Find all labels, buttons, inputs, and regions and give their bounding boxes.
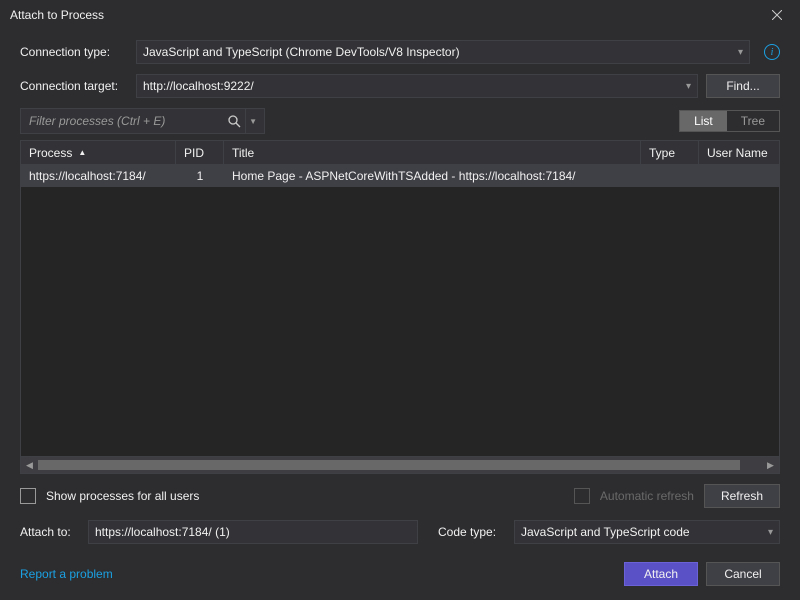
connection-type-row: Connection type: JavaScript and TypeScri… — [20, 40, 780, 64]
process-grid: Process ▲ PID Title Type User Name https… — [20, 140, 780, 474]
code-type-value: JavaScript and TypeScript code — [521, 525, 768, 539]
column-type[interactable]: Type — [641, 141, 699, 164]
close-icon — [772, 10, 782, 20]
auto-refresh-label: Automatic refresh — [600, 489, 694, 503]
report-problem-link[interactable]: Report a problem — [20, 567, 113, 581]
chevron-down-icon: ▾ — [738, 47, 743, 58]
options-row: Show processes for all users Automatic r… — [20, 484, 780, 508]
view-tree-button[interactable]: Tree — [727, 111, 779, 131]
view-mode-toggle: List Tree — [679, 110, 780, 132]
table-row[interactable]: https://localhost:7184/ 1 Home Page - AS… — [21, 165, 779, 187]
cell-pid: 1 — [176, 169, 224, 183]
filter-row: ▼ List Tree — [20, 108, 780, 134]
chevron-down-icon: ▾ — [686, 81, 691, 92]
cell-title: Home Page - ASPNetCoreWithTSAdded - http… — [224, 169, 641, 183]
show-all-users-label: Show processes for all users — [46, 489, 199, 503]
attach-to-label: Attach to: — [20, 525, 80, 539]
find-button[interactable]: Find... — [706, 74, 780, 98]
attach-info-row: Attach to: https://localhost:7184/ (1) C… — [20, 520, 780, 544]
auto-refresh-checkbox — [574, 488, 590, 504]
grid-header: Process ▲ PID Title Type User Name — [21, 141, 779, 165]
sort-asc-icon: ▲ — [78, 148, 86, 157]
window-title: Attach to Process — [10, 8, 762, 22]
column-process[interactable]: Process ▲ — [21, 141, 176, 164]
close-button[interactable] — [762, 0, 792, 30]
search-icon[interactable] — [224, 115, 245, 128]
scroll-left-icon[interactable]: ◀ — [21, 457, 38, 474]
scroll-track[interactable] — [38, 457, 762, 473]
scroll-right-icon[interactable]: ▶ — [762, 457, 779, 474]
horizontal-scrollbar[interactable]: ◀ ▶ — [21, 456, 779, 473]
dialog-content: Connection type: JavaScript and TypeScri… — [0, 30, 800, 600]
connection-target-row: Connection target: http://localhost:9222… — [20, 74, 780, 98]
column-title[interactable]: Title — [224, 141, 641, 164]
connection-target-combo[interactable]: http://localhost:9222/ ▾ — [136, 74, 698, 98]
scroll-thumb[interactable] — [38, 460, 740, 470]
connection-target-value: http://localhost:9222/ — [143, 79, 686, 93]
code-type-label: Code type: — [438, 525, 506, 539]
attach-button[interactable]: Attach — [624, 562, 698, 586]
refresh-button[interactable]: Refresh — [704, 484, 780, 508]
attach-to-value[interactable]: https://localhost:7184/ (1) — [88, 520, 418, 544]
code-type-combo[interactable]: JavaScript and TypeScript code ▾ — [514, 520, 780, 544]
column-user[interactable]: User Name — [699, 141, 779, 164]
grid-body: https://localhost:7184/ 1 Home Page - AS… — [21, 165, 779, 456]
connection-type-value: JavaScript and TypeScript (Chrome DevToo… — [143, 45, 738, 59]
column-pid[interactable]: PID — [176, 141, 224, 164]
connection-target-label: Connection target: — [20, 79, 128, 93]
cancel-button[interactable]: Cancel — [706, 562, 780, 586]
chevron-down-icon: ▾ — [768, 527, 773, 538]
connection-type-label: Connection type: — [20, 45, 128, 59]
dialog-footer: Report a problem Attach Cancel — [20, 562, 780, 586]
titlebar[interactable]: Attach to Process — [0, 0, 800, 30]
filter-dropdown-icon[interactable]: ▼ — [245, 109, 260, 133]
cell-process: https://localhost:7184/ — [21, 169, 176, 183]
view-list-button[interactable]: List — [680, 111, 727, 131]
filter-box[interactable]: ▼ — [20, 108, 265, 134]
show-all-users-checkbox[interactable] — [20, 488, 36, 504]
filter-input[interactable] — [29, 114, 224, 128]
info-icon[interactable]: i — [764, 44, 780, 60]
connection-type-combo[interactable]: JavaScript and TypeScript (Chrome DevToo… — [136, 40, 750, 64]
